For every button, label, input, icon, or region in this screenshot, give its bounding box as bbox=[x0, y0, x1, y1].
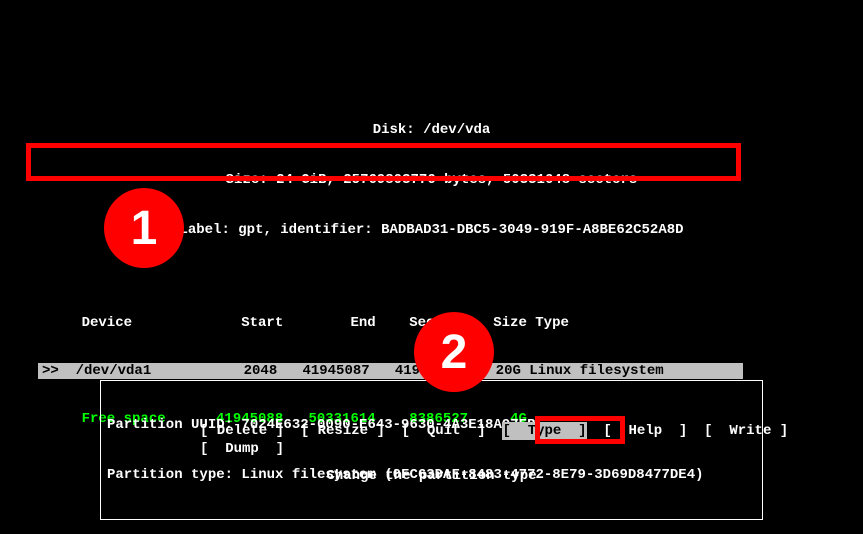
annotation-badge-2: 2 bbox=[414, 312, 494, 392]
resize-button[interactable]: [ Resize ] bbox=[301, 423, 385, 439]
annotation-badge-1: 1 bbox=[104, 188, 184, 268]
disk-title: Disk: /dev/vda bbox=[8, 122, 855, 139]
dump-button[interactable]: [ Dump ] bbox=[200, 441, 284, 457]
quit-button[interactable]: [ Quit ] bbox=[402, 423, 486, 439]
hint-text: Change the partition type bbox=[0, 468, 863, 484]
menu-bar: [ Delete ] [ Resize ] [ Quit ] [ Type ] … bbox=[0, 422, 863, 458]
help-button[interactable]: [ Help ] bbox=[603, 423, 687, 439]
disk-size: Size: 24 GiB, 25769803776 bytes, 5033164… bbox=[8, 172, 855, 189]
write-button[interactable]: [ Write ] bbox=[704, 423, 788, 439]
type-button[interactable]: [ Type ] bbox=[502, 422, 586, 440]
terminal-screen: Disk: /dev/vda Size: 24 GiB, 25769803776… bbox=[0, 0, 863, 534]
delete-button[interactable]: [ Delete ] bbox=[200, 423, 284, 439]
